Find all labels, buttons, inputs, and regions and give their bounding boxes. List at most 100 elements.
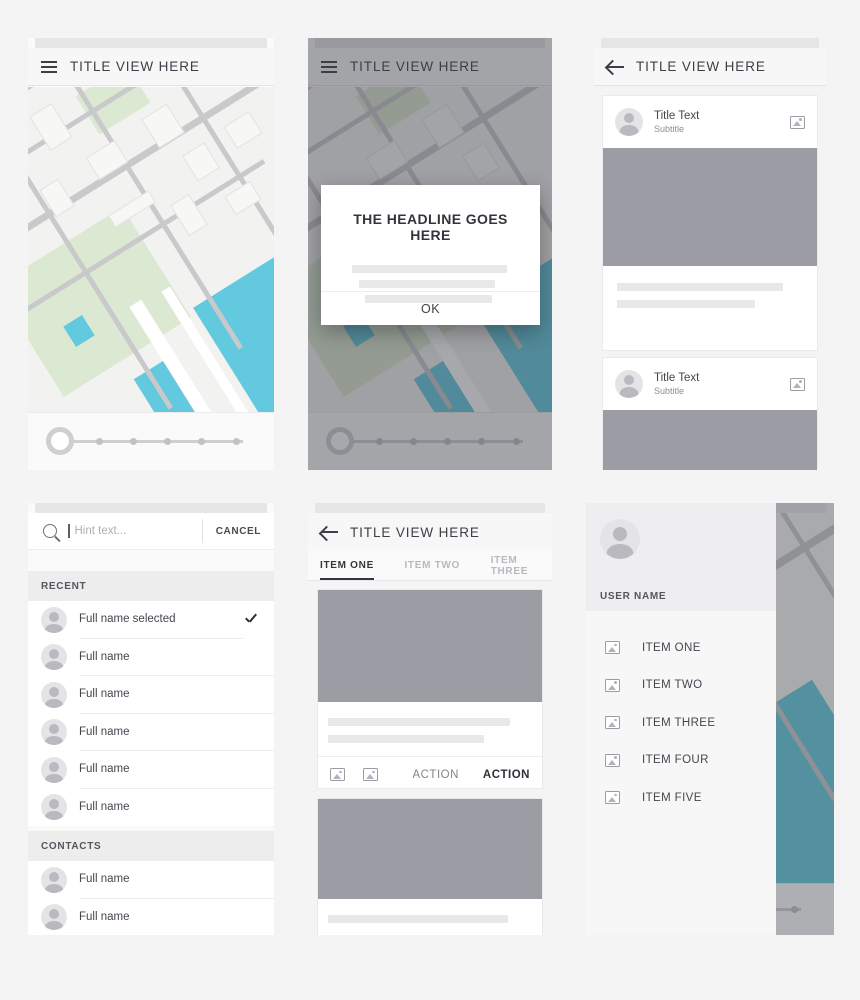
image-icon [605,641,620,655]
search-screen: Hint text... CANCEL RECENT Full name sel… [28,503,274,935]
back-button[interactable] [594,60,636,74]
tab-label: ITEM TWO [404,560,461,571]
dialog-headline: THE HEADLINE GOES HERE [353,211,508,243]
list-item-label: Full name [79,861,274,899]
card-media [603,410,817,470]
avatar [41,794,67,821]
image-icon[interactable] [363,768,378,781]
menu-button[interactable] [28,60,70,73]
list-item[interactable]: Full name [28,898,274,935]
drawer-item-label: ITEM FOUR [642,754,709,767]
drawer-screen: USER NAME ITEM ONE ITEM TWO ITEM THREE I… [586,503,834,935]
drawer-item-label: ITEM ONE [642,641,701,654]
card-header-text: Title Text Subtitle [654,371,790,398]
slider-step-dot[interactable] [164,438,171,445]
tab-item-one[interactable]: ITEM ONE [320,551,375,580]
app-bar: TITLE VIEW HERE [308,513,552,551]
list-item[interactable]: Full name [28,788,274,826]
section-header-recent: RECENT [28,571,274,601]
image-icon [605,678,620,692]
card-action-button-primary[interactable]: ACTION [483,769,530,781]
image-icon[interactable] [790,377,805,391]
status-bar [35,503,267,513]
avatar [41,606,67,633]
drawer-item-label: ITEM TWO [642,679,703,692]
avatar [615,370,643,398]
slider-step-dot[interactable] [130,438,137,445]
avatar [41,866,67,893]
card-text-line [328,915,508,923]
tab-item-three[interactable]: ITEM THREE [491,551,552,580]
slider-step-dot[interactable] [96,438,103,445]
card-subtitle: Subtitle [654,123,685,134]
cards-screen: TITLE VIEW HERE Title Text Subtitle Titl… [594,38,826,470]
image-icon[interactable] [330,768,345,781]
tabs-screen: TITLE VIEW HERE ITEM ONE ITEM TWO ITEM T… [308,503,552,935]
list-item[interactable]: Full name [28,676,274,714]
drawer-item-two[interactable]: ITEM TWO [586,667,776,705]
app-bar: TITLE VIEW HERE [28,48,274,86]
card[interactable]: ACTION ACTION [317,589,543,789]
card-media [603,148,817,266]
image-icon[interactable] [790,115,805,129]
card-text-line [328,718,510,726]
list-item-label: Full name [79,676,274,714]
card-media [318,590,542,702]
search-bar[interactable]: Hint text... CANCEL [28,513,274,550]
slider-track [68,440,243,443]
map-screen: TITLE VIEW HERE [28,38,274,470]
drawer-header: USER NAME [586,503,776,611]
search-icon [43,524,57,538]
hamburger-icon [41,60,57,73]
card-header: Title Text Subtitle [603,96,817,148]
tab-item-two[interactable]: ITEM TWO [404,551,460,580]
back-arrow-icon [320,525,338,539]
list-item-label: Full name [79,800,130,813]
map-canvas[interactable] [28,87,274,412]
dialog-body-line [352,265,507,273]
list-item[interactable]: Full name [28,861,274,899]
slider-step-dot[interactable] [198,438,205,445]
back-button[interactable] [308,525,350,539]
status-bar [601,38,819,48]
list-item[interactable]: Full name [28,638,274,676]
list-item[interactable]: Full name [28,713,274,751]
drawer-item-three[interactable]: ITEM THREE [586,704,776,742]
list-item-label: Full name selected [79,601,244,639]
card-header: Title Text Subtitle [603,358,817,410]
list-item[interactable]: Full name selected [28,601,274,639]
card-action-button[interactable]: ACTION [412,769,458,781]
avatar [41,904,67,931]
back-arrow-icon [606,60,624,74]
dialog-body-line [359,280,495,288]
user-name: USER NAME [600,591,667,602]
list-item[interactable]: Full name [28,751,274,789]
check-icon [244,613,258,627]
drawer-item-label: ITEM THREE [642,716,716,729]
card[interactable]: Title Text Subtitle [602,357,818,470]
image-icon [605,791,620,805]
drawer-item-one[interactable]: ITEM ONE [586,629,776,667]
slider-bar[interactable] [28,412,274,470]
dialog-ok-button[interactable]: OK [421,302,440,316]
drawer-item-five[interactable]: ITEM FIVE [586,779,776,817]
avatar [41,719,67,746]
avatar [41,681,67,708]
drawer-item-list: ITEM ONE ITEM TWO ITEM THREE ITEM FOUR I… [586,611,776,817]
avatar [41,644,67,671]
cancel-button[interactable]: CANCEL [203,526,274,537]
search-input[interactable]: Hint text... [75,525,202,537]
section-header-contacts: CONTACTS [28,831,274,861]
card[interactable] [317,798,543,935]
card-header-text: Title Text Subtitle [654,109,790,136]
card-title: Title Text [654,109,700,122]
slider-step-dot[interactable] [233,438,240,445]
avatar[interactable] [600,519,640,559]
avatar [41,756,67,783]
drawer-item-four[interactable]: ITEM FOUR [586,742,776,780]
card-action-bar: ACTION ACTION [318,756,542,792]
card[interactable]: Title Text Subtitle [602,95,818,351]
slider-handle[interactable] [46,427,74,455]
dialog-screen: TITLE VIEW HERE THE HEADLINE GOES HERE O… [308,38,552,470]
card-media [318,799,542,899]
